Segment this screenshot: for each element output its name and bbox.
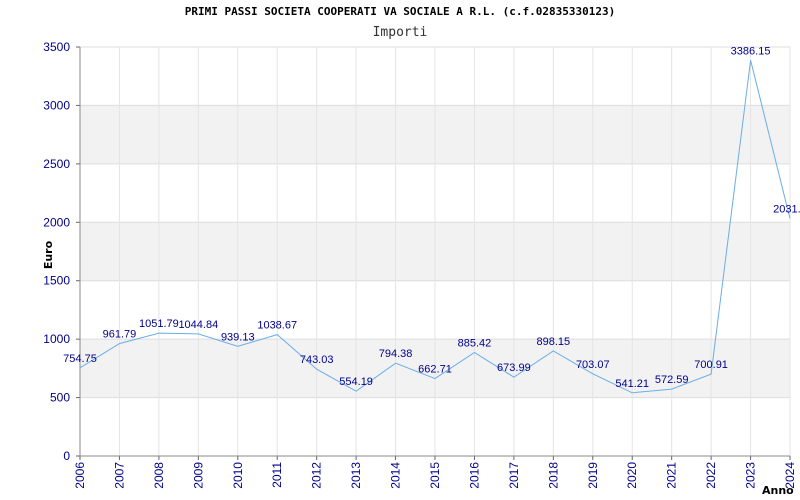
data-label: 939.13 — [221, 331, 255, 343]
data-label: 898.15 — [537, 336, 571, 348]
x-tick-label: 2020 — [625, 462, 639, 489]
y-axis-label: Euro — [42, 240, 55, 269]
x-tick-label: 2017 — [507, 462, 521, 489]
data-label: 541.21 — [615, 378, 649, 390]
y-tick-label: 2000 — [43, 215, 70, 229]
data-label: 673.99 — [497, 362, 531, 374]
y-tick-label: 3500 — [43, 40, 70, 54]
data-label: 700.91 — [694, 359, 728, 371]
line-chart: 0500100015002000250030003500 2006 2007 200… — [42, 40, 800, 497]
data-label: 1044.84 — [178, 319, 218, 331]
x-tick-label: 2009 — [191, 462, 205, 489]
y-tick-label: 2500 — [43, 157, 70, 171]
data-label: 2031.3 — [773, 204, 800, 216]
data-label: 961.79 — [103, 329, 137, 341]
x-tick-label: 2012 — [310, 462, 324, 489]
data-label: 754.75 — [63, 353, 97, 365]
x-tick-label: 2011 — [270, 462, 284, 488]
x-tick-label: 2007 — [112, 462, 126, 489]
x-tick-label: 2006 — [73, 462, 87, 489]
data-label: 572.59 — [655, 374, 689, 386]
x-tick-label: 2013 — [349, 462, 363, 489]
x-tick-label: 2015 — [428, 462, 442, 489]
data-label: 1038.67 — [257, 320, 297, 332]
data-label: 703.07 — [576, 359, 610, 371]
data-label: 794.38 — [379, 348, 413, 360]
x-axis-label: Anno — [762, 484, 794, 497]
x-tick-label: 2022 — [704, 462, 718, 489]
x-tick-labels: 2006 2007 2008 2009 2010 2011 2012 2013 2014 2015… — [73, 462, 797, 489]
y-tick-label: 3000 — [43, 98, 70, 112]
x-tick-label: 2018 — [546, 462, 560, 489]
x-tick-label: 2014 — [389, 462, 403, 489]
y-tick-label: 1000 — [43, 332, 70, 346]
x-tick-label: 2008 — [152, 462, 166, 489]
x-tick-label: 2016 — [467, 462, 481, 489]
data-labels: 754.75 961.791051.79 1044.84939.131038.67 7… — [63, 45, 800, 389]
data-label: 3386.15 — [731, 45, 771, 57]
x-tick-label: 2023 — [744, 462, 758, 489]
data-label: 885.42 — [458, 338, 492, 350]
data-label: 743.03 — [300, 354, 334, 366]
data-label: 554.19 — [339, 376, 373, 388]
x-tick-label: 2010 — [231, 462, 245, 489]
data-label: 662.71 — [418, 364, 452, 376]
x-tick-label: 2021 — [665, 462, 679, 489]
y-tick-label: 500 — [50, 391, 70, 405]
data-label: 1051.79 — [139, 318, 179, 330]
x-tick-label: 2019 — [586, 462, 600, 489]
y-tick-label: 1500 — [43, 274, 70, 288]
y-tick-label: 0 — [63, 449, 70, 463]
